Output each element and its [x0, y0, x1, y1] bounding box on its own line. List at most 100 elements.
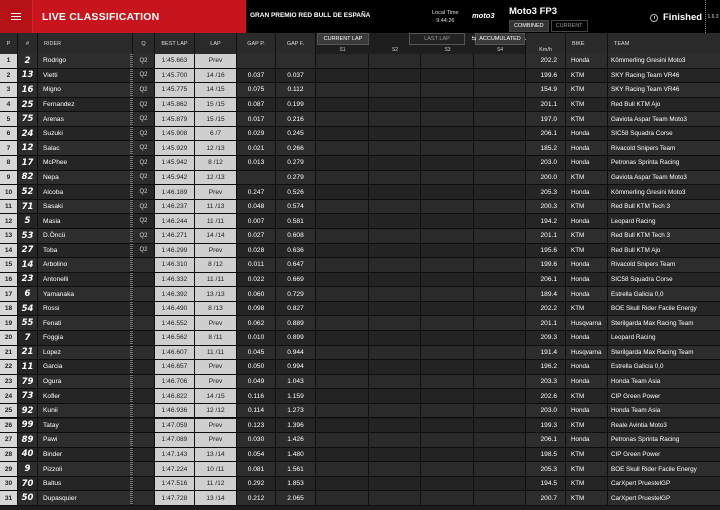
table-row[interactable]: 6 24 Suzuki Q2 1:45.908 6 /7 0.029 0.245 206.1 Ho…: [0, 126, 720, 142]
qualifying-cell: Q2: [133, 228, 155, 243]
bike-cell: KTM: [566, 243, 608, 258]
menu-button[interactable]: [0, 0, 33, 33]
table-row[interactable]: 19 55 Fenati 1:46.552 Prev 0.062 0.889 201.1 Hus…: [0, 316, 720, 332]
bike-cell: Honda: [566, 54, 608, 68]
team-cell: SIC58 Squadra Corse: [608, 126, 720, 141]
sector-3-cell: [421, 433, 474, 447]
team-cell: CIP Green Power: [608, 447, 720, 462]
sector-1-cell: [316, 418, 369, 433]
lap-cell: Prev: [195, 360, 237, 374]
rider-number: 24: [18, 126, 38, 141]
rider-number: 53: [18, 228, 38, 243]
current-lap-button[interactable]: CURRENT LAP: [317, 33, 369, 45]
speed-cell: 201.1: [526, 97, 566, 112]
sector-3-cell: [421, 243, 474, 258]
best-lap-cell: 1:46.657: [155, 360, 195, 374]
sector-2-cell: [369, 418, 421, 433]
col-q[interactable]: Q: [133, 33, 155, 54]
table-row[interactable]: 25 92 Kunii 1:46.936 12 /12 0.114 1.273 203.0 Ho…: [0, 403, 720, 419]
col-speed[interactable]: Km/h: [526, 33, 566, 54]
table-row[interactable]: 11 71 Sasaki Q2 1:46.237 11 /13 0.048 0.574 200.…: [0, 199, 720, 215]
gap-first-cell: 0.944: [276, 345, 316, 360]
sector-4-cell: [474, 112, 526, 126]
speed-cell: 201.1: [526, 316, 566, 331]
sector-4-cell: [474, 68, 526, 83]
best-lap-cell: 1:45.942: [155, 170, 195, 185]
table-row[interactable]: 3 16 Migno Q2 1:45.775 14 /15 0.075 0.112 154.9 K…: [0, 83, 720, 98]
table-row[interactable]: 31 50 Dupasquier 1:47.728 13 /14 0.212 2.065 20…: [0, 491, 720, 506]
rider-number: 79: [18, 374, 38, 389]
table-row[interactable]: 4 25 Fernandez Q2 1:45.862 15 /15 0.087 0.199 20…: [0, 97, 720, 113]
table-row[interactable]: 2 13 Vietti Q2 1:45.700 14 /16 0.037 0.037 199.6…: [0, 68, 720, 84]
table-row[interactable]: 15 14 Arbolino 1:46.310 8 /12 0.011 0.647 199.6…: [0, 258, 720, 273]
lap-cell: 14 /16: [195, 68, 237, 83]
table-row[interactable]: 20 7 Foggia 1:46.562 8 /11 0.010 0.899 209.3 Hon…: [0, 331, 720, 346]
table-row[interactable]: 22 11 Garcia 1:46.657 Prev 0.050 0.994 196.2 Hon…: [0, 360, 720, 375]
accumulated-dropdown[interactable]: ⇆ ACCUMULATED ⌄: [472, 33, 528, 45]
speed-cell: 206.1: [526, 126, 566, 141]
table-row[interactable]: 17 6 Yamanaka 1:46.392 13 /13 0.060 0.729 189.4…: [0, 287, 720, 302]
qualifying-cell: [133, 476, 155, 491]
best-lap-cell: 1:45.879: [155, 112, 195, 126]
position-cell: 8: [0, 156, 18, 170]
col-pos[interactable]: P: [0, 33, 18, 54]
sector-1-cell: [316, 272, 369, 287]
table-row[interactable]: 9 82 Nepa Q2 1:45.942 12 /13 0.279 200.0 KTM Gavi…: [0, 170, 720, 186]
table-row[interactable]: 12 5 Masia Q2 1:46.244 11 /11 0.007 0.581 194.2 H…: [0, 214, 720, 229]
rider-name: Alcoba: [38, 185, 133, 199]
col-team[interactable]: TEAM: [608, 33, 720, 54]
sector-1-cell: [316, 476, 369, 491]
position-cell: 9: [0, 170, 18, 185]
tab-combined[interactable]: COMBINED: [509, 20, 549, 32]
table-row[interactable]: 23 79 Ogura 1:46.706 Prev 0.049 1.043 203.3 Hond…: [0, 374, 720, 390]
lap-cell: 10 /11: [195, 462, 237, 476]
rider-number: 52: [18, 185, 38, 199]
table-row[interactable]: 27 89 Pawi 1:47.089 Prev 0.030 1.426 206.1 Honda…: [0, 433, 720, 448]
table-row[interactable]: 16 23 Antonelli 1:46.332 11 /11 0.022 0.669 206…: [0, 272, 720, 288]
position-cell: 16: [0, 272, 18, 287]
qualifying-cell: [133, 462, 155, 476]
table-row[interactable]: 14 27 Toba Q2 1:46.299 Prev 0.028 0.636 195.6 KTM…: [0, 243, 720, 259]
table-row[interactable]: 21 21 Lopez 1:46.607 11 /11 0.045 0.944 191.4 Hu…: [0, 345, 720, 361]
qualifying-cell: [133, 287, 155, 301]
best-lap-cell: 1:46.237: [155, 199, 195, 214]
table-row[interactable]: 24 73 Kofler 1:46.822 14 /15 0.116 1.159 202.6 K…: [0, 389, 720, 404]
col-rider[interactable]: RIDER: [38, 33, 133, 54]
sector-2-cell: [369, 199, 421, 214]
col-gap-f[interactable]: GAP F.: [276, 33, 316, 54]
gap-previous-cell: 0.098: [237, 301, 276, 316]
position-cell: 3: [0, 83, 18, 97]
tab-current[interactable]: CURRENT: [550, 20, 588, 32]
col-bike[interactable]: BIKE: [566, 33, 608, 54]
rider-number: 7: [18, 331, 38, 345]
qualifying-cell: Q2: [133, 112, 155, 126]
speed-cell: 202.2: [526, 301, 566, 316]
table-row[interactable]: 29 9 Pizzoli 1:47.224 10 /11 0.081 1.561 205.3 K…: [0, 462, 720, 477]
table-row[interactable]: 26 99 Tatay 1:47.059 Prev 0.123 1.396 199.3 KTM R…: [0, 418, 720, 434]
table-row[interactable]: 30 70 Baltus 1:47.516 11 /12 0.292 1.853 194.5 K…: [0, 476, 720, 492]
table-row[interactable]: 8 17 McPhee Q2 1:45.942 8 /12 0.013 0.279 203.0 H…: [0, 156, 720, 171]
last-lap-button[interactable]: LAST LAP: [409, 33, 465, 45]
col-lap[interactable]: LAP: [195, 33, 237, 54]
col-gap-p[interactable]: GAP P.: [237, 33, 276, 54]
gap-first-cell: 0.729: [276, 287, 316, 301]
col-best-lap[interactable]: BEST LAP: [155, 33, 195, 54]
table-row[interactable]: 1 2 Rodrigo Q2 1:45.663 Prev 202.2 Honda Kömmerl…: [0, 54, 720, 69]
sector-4-cell: [474, 462, 526, 476]
table-row[interactable]: 10 52 Alcoba Q2 1:46.189 Prev 0.247 0.526 205.3 H…: [0, 185, 720, 200]
speed-cell: 194.5: [526, 476, 566, 491]
table-row[interactable]: 7 12 Salac Q2 1:45.929 12 /13 0.021 0.266 185.2 H…: [0, 141, 720, 157]
table-row[interactable]: 13 53 D.Öncü Q2 1:46.271 14 /14 0.027 0.608 201.…: [0, 228, 720, 244]
sector-2-cell: [369, 141, 421, 156]
gap-first-cell: 0.827: [276, 301, 316, 316]
lap-cell: 11 /13: [195, 199, 237, 214]
sector-4-cell: [474, 389, 526, 403]
table-row[interactable]: 28 40 Binder 1:47.143 13 /14 0.054 1.480 198.5 K…: [0, 447, 720, 463]
table-row[interactable]: 18 54 Rossi 1:46.490 8 /13 0.098 0.827 202.2 KTM…: [0, 301, 720, 317]
sector-1-cell: [316, 462, 369, 476]
table-row[interactable]: 5 75 Arenas Q2 1:45.879 15 /15 0.017 0.216 197.0…: [0, 112, 720, 127]
col-num[interactable]: #: [18, 33, 38, 54]
sector-4-cell: [474, 360, 526, 374]
bike-cell: KTM: [566, 112, 608, 126]
status-label: Finished: [663, 12, 703, 23]
